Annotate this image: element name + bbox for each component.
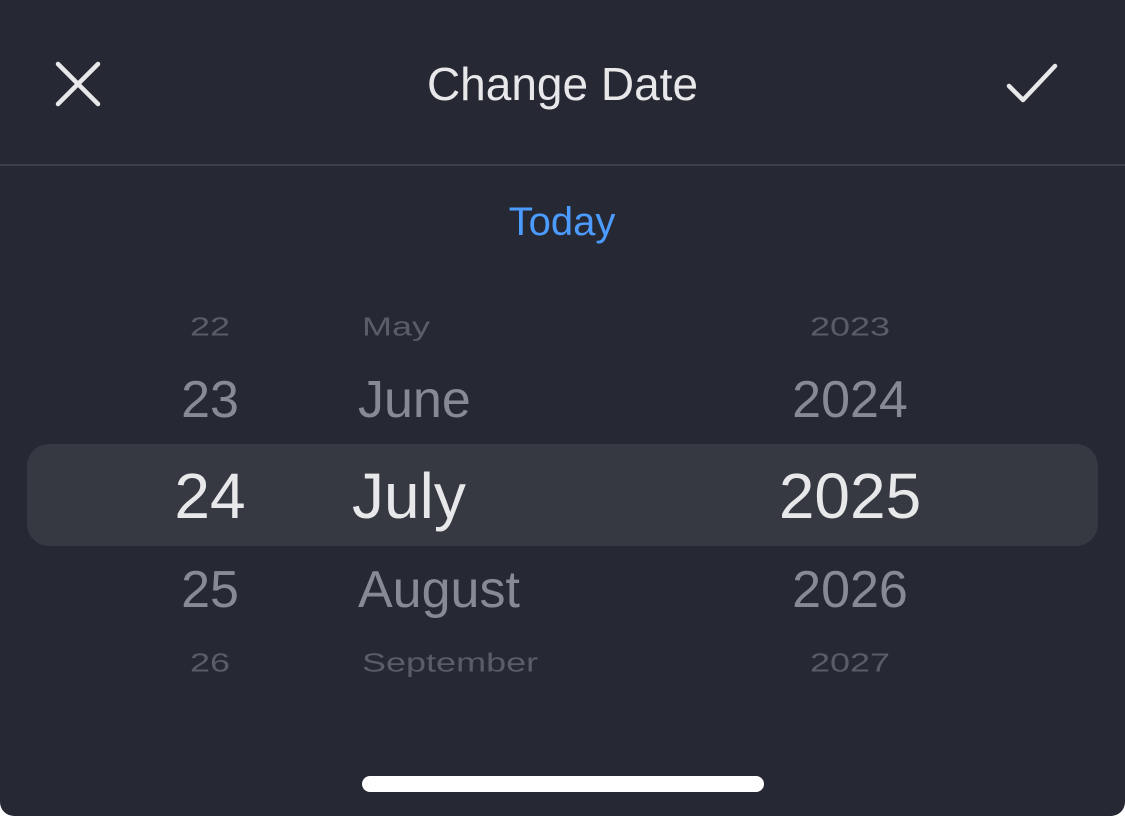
day-option[interactable]: 22 [130, 314, 290, 340]
day-option[interactable]: 25 [130, 560, 290, 620]
year-option[interactable]: 2024 [740, 370, 960, 430]
month-wheel[interactable]: May June July August September [340, 290, 680, 690]
month-option[interactable]: May [362, 314, 702, 340]
year-option[interactable]: 2026 [740, 560, 960, 620]
month-option[interactable]: September [362, 650, 702, 676]
year-wheel[interactable]: 2023 2024 2025 2026 2027 [740, 290, 960, 690]
change-date-sheet: Change Date Today 22 23 24 25 26 May Jun… [0, 0, 1125, 816]
confirm-button[interactable] [1003, 58, 1061, 110]
month-option[interactable]: August [358, 560, 698, 620]
month-option-selected[interactable]: July [352, 460, 692, 532]
day-wheel[interactable]: 22 23 24 25 26 [130, 290, 290, 690]
day-option[interactable]: 26 [130, 650, 290, 676]
checkmark-icon [1006, 63, 1058, 103]
sheet-header: Change Date [0, 0, 1125, 166]
day-option-selected[interactable]: 24 [130, 460, 290, 532]
month-option[interactable]: June [358, 370, 698, 430]
home-indicator[interactable] [362, 776, 764, 792]
year-option-selected[interactable]: 2025 [740, 460, 960, 532]
page-title: Change Date [426, 58, 699, 110]
today-button[interactable]: Today [462, 196, 662, 248]
year-option[interactable]: 2023 [740, 314, 960, 340]
date-picker-wheel: 22 23 24 25 26 May June July August Sept… [0, 290, 1125, 690]
year-option[interactable]: 2027 [740, 650, 960, 676]
day-option[interactable]: 23 [130, 370, 290, 430]
